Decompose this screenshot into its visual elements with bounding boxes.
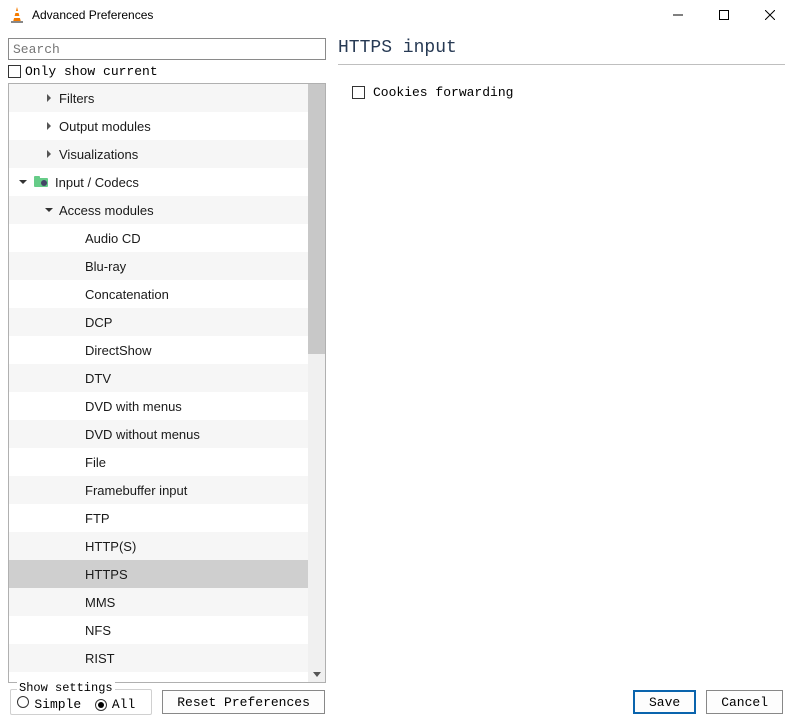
tree-item-label: FTP (85, 511, 110, 526)
tree-item-label: HTTPS (85, 567, 128, 582)
tree-item-label: NFS (85, 623, 111, 638)
scrollbar-down-arrow[interactable] (308, 665, 325, 682)
minimize-button[interactable] (655, 0, 701, 30)
tree-item[interactable]: Concatenation (9, 280, 308, 308)
tree-item-label: DVD with menus (85, 399, 182, 414)
vlc-cone-icon (8, 6, 26, 24)
simple-radio-label: Simple (34, 697, 81, 712)
save-button[interactable]: Save (633, 690, 696, 714)
tree-item[interactable]: MMS (9, 588, 308, 616)
show-settings-group: Show settings Simple All (10, 689, 152, 715)
tree-item[interactable]: DirectShow (9, 336, 308, 364)
maximize-button[interactable] (701, 0, 747, 30)
tree-item[interactable]: NFS (9, 616, 308, 644)
window-title: Advanced Preferences (32, 8, 153, 22)
tree-item-label: Access modules (59, 203, 154, 218)
close-button[interactable] (747, 0, 793, 30)
category-icon (33, 174, 49, 190)
tree-item[interactable]: Filters (9, 84, 308, 112)
tree-item-label: File (85, 455, 106, 470)
only-show-current-checkbox[interactable] (8, 65, 21, 78)
tree-item[interactable]: DCP (9, 308, 308, 336)
tree-item-label: RIST (85, 651, 115, 666)
all-radio-label: All (112, 697, 135, 712)
tree-item-label: Audio CD (85, 231, 141, 246)
titlebar: Advanced Preferences (0, 0, 793, 30)
tree-item-label: DTV (85, 371, 111, 386)
cancel-button[interactable]: Cancel (706, 690, 783, 714)
tree-item-label: Framebuffer input (85, 483, 187, 498)
tree-item[interactable]: Framebuffer input (9, 476, 308, 504)
show-settings-legend: Show settings (17, 681, 115, 695)
chevron-right-icon[interactable] (43, 122, 55, 130)
reset-preferences-button[interactable]: Reset Preferences (162, 690, 325, 714)
chevron-right-icon[interactable] (43, 150, 55, 158)
tree-scrollbar[interactable] (308, 84, 325, 682)
all-radio[interactable] (95, 699, 107, 711)
tree-item[interactable]: Access modules (9, 196, 308, 224)
tree-item-label: Blu-ray (85, 259, 126, 274)
only-show-current-label: Only show current (25, 64, 158, 79)
tree-item[interactable]: HTTPS (9, 560, 308, 588)
tree-item-label: HTTP(S) (85, 539, 136, 554)
tree-item-label: DCP (85, 315, 112, 330)
preferences-tree: Filters Output modules Visualizations Input… (8, 83, 326, 683)
tree-item-label: Input / Codecs (55, 175, 139, 190)
tree-item-label: Filters (59, 91, 94, 106)
tree-item[interactable]: Blu-ray (9, 252, 308, 280)
tree-item[interactable]: DTV (9, 364, 308, 392)
tree-item-label: Output modules (59, 119, 151, 134)
chevron-down-icon[interactable] (17, 178, 29, 186)
cookies-forwarding-checkbox[interactable] (352, 86, 365, 99)
tree-item[interactable]: HTTP(S) (9, 532, 308, 560)
tree-item[interactable]: Visualizations (9, 140, 308, 168)
tree-item-label: Visualizations (59, 147, 138, 162)
tree-item-label: DirectShow (85, 343, 151, 358)
tree-item[interactable]: File (9, 448, 308, 476)
tree-item-label: DVD without menus (85, 427, 200, 442)
tree-item[interactable]: DVD with menus (9, 392, 308, 420)
cookies-forwarding-label: Cookies forwarding (373, 85, 513, 100)
search-input[interactable] (8, 38, 326, 60)
tree-item[interactable]: DVD without menus (9, 420, 308, 448)
chevron-right-icon[interactable] (43, 94, 55, 102)
tree-item-label: MMS (85, 595, 115, 610)
scrollbar-thumb[interactable] (308, 84, 325, 354)
simple-radio[interactable] (17, 696, 29, 708)
tree-item[interactable]: Output modules (9, 112, 308, 140)
tree-item[interactable]: RIST (9, 644, 308, 672)
tree-item[interactable]: Audio CD (9, 224, 308, 252)
tree-item[interactable]: Input / Codecs (9, 168, 308, 196)
tree-item[interactable]: FTP (9, 504, 308, 532)
panel-title: HTTPS input (338, 38, 785, 65)
tree-item-label: Concatenation (85, 287, 169, 302)
chevron-down-icon[interactable] (43, 206, 55, 214)
